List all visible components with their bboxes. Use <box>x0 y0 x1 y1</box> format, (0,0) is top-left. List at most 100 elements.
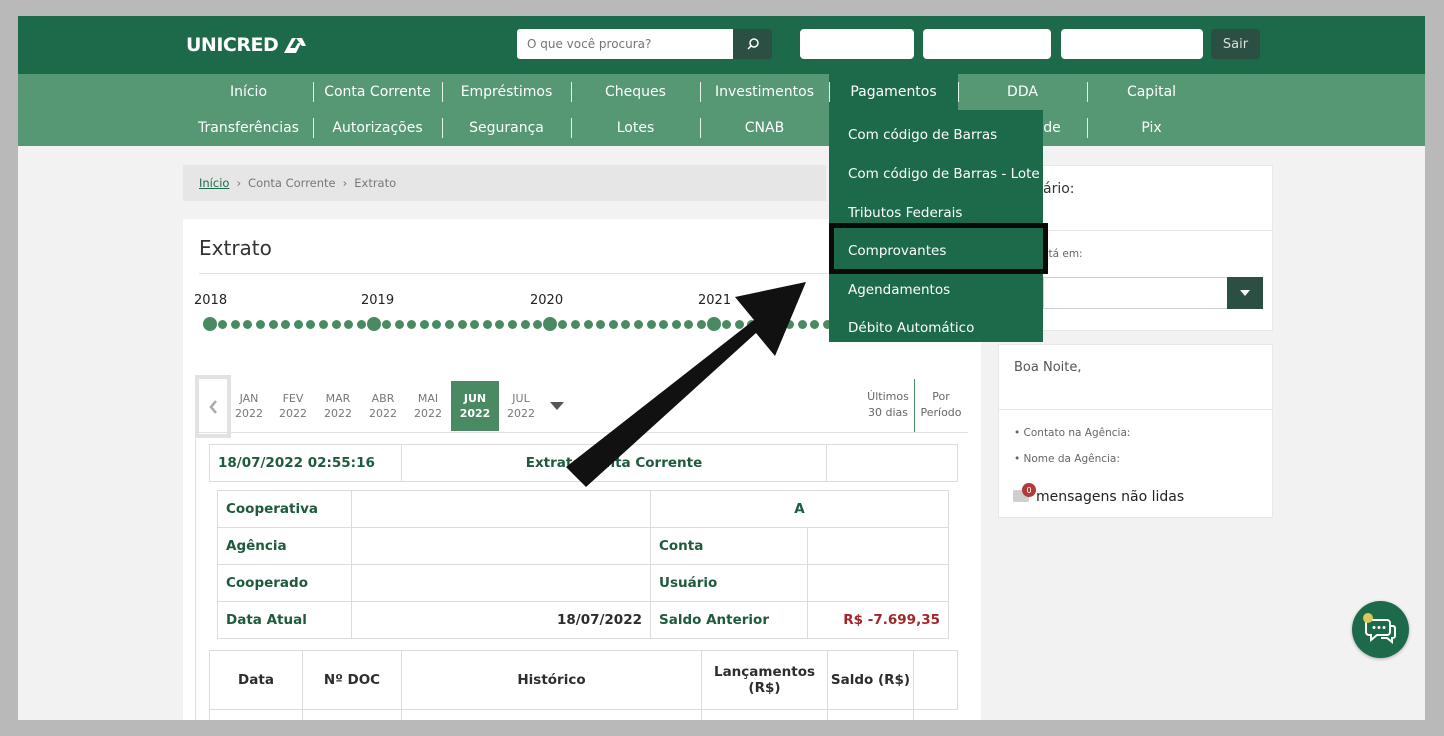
timeline-month-dot[interactable] <box>394 319 404 329</box>
timeline-month-dot[interactable] <box>281 319 291 329</box>
nav-dda[interactable]: DDA <box>958 74 1087 110</box>
account-select[interactable] <box>1043 277 1228 309</box>
timeline-month-dot[interactable] <box>482 319 492 329</box>
usuario-label: Usuário <box>650 564 808 602</box>
caret-down-icon[interactable] <box>550 402 564 410</box>
timeline-month-dot[interactable] <box>432 319 442 329</box>
conta-label: Conta <box>650 527 808 565</box>
nav-transferencias[interactable]: Transferências <box>184 110 313 146</box>
breadcrumb: Início › Conta Corrente › Extrato <box>183 165 826 201</box>
timeline-month-dot[interactable] <box>306 319 316 329</box>
search-input[interactable] <box>517 29 733 59</box>
welcome-greeting: Boa Noite, <box>1014 360 1082 375</box>
timeline-month-dot[interactable] <box>268 319 278 329</box>
nav-conta-corrente[interactable]: Conta Corrente <box>313 74 442 110</box>
menu-item-agendamentos[interactable]: Agendamentos <box>848 282 950 298</box>
timeline-month-dot[interactable] <box>570 319 580 329</box>
last-30-days-option[interactable]: Últimos 30 dias <box>865 389 911 421</box>
timeline-month-dot[interactable] <box>318 319 328 329</box>
timeline-month-dot[interactable] <box>218 319 228 329</box>
timeline-month-dot[interactable] <box>407 319 417 329</box>
nav-pagamentos[interactable]: Pagamentos <box>829 74 958 110</box>
timeline-month-dot[interactable] <box>797 319 807 329</box>
search-button[interactable] <box>733 29 772 59</box>
col-data: Data <box>209 650 303 710</box>
cooperado-label: Cooperado <box>217 564 352 602</box>
month-abr[interactable]: ABR 2022 <box>361 381 405 431</box>
timeline-month-dot[interactable] <box>684 319 694 329</box>
nav-seguranca[interactable]: Segurança <box>442 110 571 146</box>
timeline-month-dot[interactable] <box>646 319 656 329</box>
timeline-year-marker[interactable] <box>366 317 381 331</box>
month-jul[interactable]: JUL 2022 <box>499 381 543 431</box>
by-period-option[interactable]: Por Período <box>918 389 964 421</box>
menu-item-codigo-barras[interactable]: Com código de Barras <box>848 127 997 143</box>
unread-messages-link[interactable]: mensagens não lidas <box>1036 489 1184 505</box>
menu-item-tributos-federais[interactable]: Tributos Federais <box>848 205 962 221</box>
nav-divider <box>442 82 443 102</box>
nav-divider <box>700 118 701 138</box>
timeline-month-dot[interactable] <box>356 319 366 329</box>
timeline-year-marker[interactable] <box>203 317 217 331</box>
menu-item-codigo-barras-lote[interactable]: Com código de Barras - Lote <box>848 166 1040 182</box>
timeline-month-dot[interactable] <box>671 319 681 329</box>
month-mai[interactable]: MAI 2022 <box>406 381 450 431</box>
timeline-month-dot[interactable] <box>608 319 618 329</box>
prev-month-button[interactable] <box>199 379 227 434</box>
menu-item-debito-automatico[interactable]: Débito Automático <box>848 320 974 336</box>
nav-emprestimos[interactable]: Empréstimos <box>442 74 571 110</box>
timeline-month-dot[interactable] <box>381 319 391 329</box>
saldo-anterior-label: Saldo Anterior <box>650 601 808 639</box>
timeline-month-dot[interactable] <box>759 319 769 329</box>
timeline-month-dot[interactable] <box>293 319 303 329</box>
nav-inicio[interactable]: Início <box>184 74 313 110</box>
timeline-month-dot[interactable] <box>621 319 631 329</box>
timeline-month-dot[interactable] <box>331 319 341 329</box>
month-mar[interactable]: MAR 2022 <box>316 381 360 431</box>
month-fev[interactable]: FEV 2022 <box>271 381 315 431</box>
timeline-month-dot[interactable] <box>444 319 454 329</box>
timeline-month-dot[interactable] <box>772 319 782 329</box>
month-jun-selected[interactable]: JUN 2022 <box>451 381 499 431</box>
timeline-month-dot[interactable] <box>533 319 543 329</box>
timeline-month-dot[interactable] <box>810 319 820 329</box>
chevron-right-icon: › <box>342 176 348 190</box>
timeline-month-dot[interactable] <box>633 319 643 329</box>
timeline-month-dot[interactable] <box>734 319 744 329</box>
chat-button[interactable] <box>1352 601 1409 658</box>
timeline-month-dot[interactable] <box>785 319 795 329</box>
timeline-month-dot[interactable] <box>520 319 530 329</box>
header-field-2[interactable] <box>923 29 1051 59</box>
logout-button[interactable]: Sair <box>1211 29 1260 59</box>
nav-pix[interactable]: Pix <box>1087 110 1216 146</box>
nav-capital[interactable]: Capital <box>1087 74 1216 110</box>
timeline-month-dot[interactable] <box>457 319 467 329</box>
timeline-month-dot[interactable] <box>596 319 606 329</box>
nav-cheques[interactable]: Cheques <box>571 74 700 110</box>
timeline-month-dot[interactable] <box>722 319 732 329</box>
timeline-month-dot[interactable] <box>696 319 706 329</box>
timeline-month-dot[interactable] <box>470 319 480 329</box>
timeline-month-dot[interactable] <box>255 319 265 329</box>
account-select-toggle[interactable] <box>1227 277 1263 309</box>
timeline-month-dot[interactable] <box>583 319 593 329</box>
timeline-month-dot[interactable] <box>243 319 253 329</box>
timeline-month-dot[interactable] <box>230 319 240 329</box>
header-field-3[interactable] <box>1061 29 1203 59</box>
timeline-month-dot[interactable] <box>419 319 429 329</box>
nav-autorizacoes[interactable]: Autorizações <box>313 110 442 146</box>
nav-lotes[interactable]: Lotes <box>571 110 700 146</box>
timeline-month-dot[interactable] <box>558 319 568 329</box>
nav-investimentos[interactable]: Investimentos <box>700 74 829 110</box>
breadcrumb-inicio[interactable]: Início <box>199 176 229 190</box>
timeline-month-dot[interactable] <box>659 319 669 329</box>
month-jan[interactable]: JAN 2022 <box>227 381 271 431</box>
timeline-month-dot[interactable] <box>507 319 517 329</box>
timeline-month-dot[interactable] <box>747 319 757 329</box>
timeline-month-dot[interactable] <box>495 319 505 329</box>
timeline-year-marker[interactable] <box>707 317 721 331</box>
nav-cnab[interactable]: CNAB <box>700 110 829 146</box>
timeline-month-dot[interactable] <box>344 319 354 329</box>
header-field-1[interactable] <box>800 29 914 59</box>
unicred-logo[interactable]: UNICRED <box>186 34 308 56</box>
